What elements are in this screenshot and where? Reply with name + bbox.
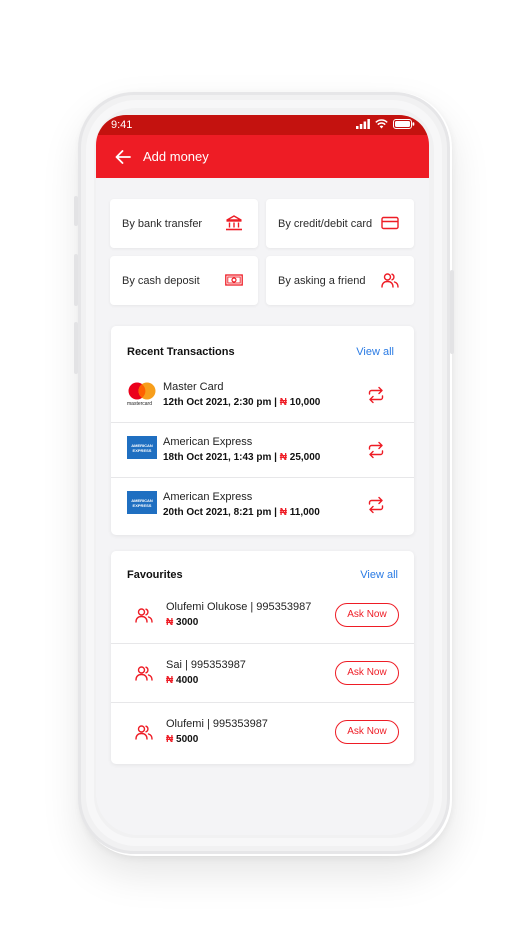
option-ask-friend[interactable]: By asking a friend bbox=[266, 256, 414, 305]
favourite-row: Olufemi Olukose | 995353987 ₦ 3000 Ask N… bbox=[111, 591, 414, 644]
transaction-row[interactable]: AMERICAN EXPRESS American Express 20th O… bbox=[111, 478, 414, 532]
recent-transactions-title: Recent Transactions bbox=[127, 346, 235, 358]
phone-side-button bbox=[74, 322, 78, 374]
ask-now-button[interactable]: Ask Now bbox=[335, 720, 399, 744]
favourite-row: Sai | 995353987 ₦ 4000 Ask Now bbox=[111, 649, 414, 702]
transaction-row[interactable]: mastercard Master Card 12th Oct 2021, 2:… bbox=[111, 368, 414, 422]
status-time: 9:41 bbox=[111, 119, 133, 131]
option-bank-transfer[interactable]: By bank transfer bbox=[110, 199, 258, 248]
favourites-panel: Favourites View all Olufemi Olukose | 99… bbox=[111, 551, 414, 764]
transaction-amount: 11,000 bbox=[286, 507, 320, 518]
transaction-date: 12th Oct 2021, 2:30 pm | bbox=[163, 397, 280, 408]
favourite-name: Olufemi Olukose | 995353987 bbox=[166, 601, 312, 613]
favourite-amount: ₦ 4000 bbox=[166, 675, 198, 686]
favourite-amount: ₦ 3000 bbox=[166, 617, 198, 628]
page-title: Add money bbox=[143, 149, 209, 164]
option-label: By bank transfer bbox=[122, 218, 203, 230]
transaction-name: American Express bbox=[163, 491, 253, 503]
currency-symbol: ₦ bbox=[279, 397, 287, 408]
phone-side-button bbox=[74, 196, 78, 226]
friends-icon bbox=[135, 608, 153, 623]
transaction-name: American Express bbox=[163, 436, 253, 448]
phone-side-button bbox=[450, 270, 454, 354]
option-label: By cash deposit bbox=[122, 275, 200, 287]
wifi-icon bbox=[375, 119, 388, 129]
favourites-view-all-link[interactable]: View all bbox=[360, 569, 398, 581]
transaction-date: 20th Oct 2021, 8:21 pm | bbox=[163, 507, 280, 518]
friends-icon bbox=[135, 666, 153, 681]
row-divider bbox=[111, 643, 414, 644]
phone-side-button bbox=[74, 254, 78, 306]
friends-icon bbox=[381, 273, 399, 288]
recent-transactions-panel: Recent Transactions View all mastercard … bbox=[111, 326, 414, 535]
transaction-amount: 10,000 bbox=[286, 397, 321, 408]
option-cash-deposit[interactable]: By cash deposit bbox=[110, 256, 258, 305]
status-bar: 9:41 bbox=[96, 115, 429, 135]
transaction-row[interactable]: AMERICAN EXPRESS American Express 18th O… bbox=[111, 423, 414, 477]
currency-symbol: ₦ bbox=[279, 452, 287, 463]
status-icons bbox=[356, 119, 415, 129]
mastercard-logo-text: mastercard bbox=[127, 401, 153, 407]
card-icon bbox=[381, 216, 399, 230]
friends-icon bbox=[135, 725, 153, 740]
bank-icon bbox=[226, 215, 242, 231]
battery-icon bbox=[393, 119, 415, 129]
signal-icon bbox=[356, 119, 370, 129]
repeat-transaction-icon[interactable] bbox=[367, 386, 385, 404]
back-arrow-icon[interactable] bbox=[114, 148, 132, 166]
amount-value: 4000 bbox=[173, 675, 199, 686]
option-label: By asking a friend bbox=[278, 275, 366, 287]
repeat-transaction-icon[interactable] bbox=[367, 441, 385, 459]
favourite-row: Olufemi | 995353987 ₦ 5000 Ask Now bbox=[111, 708, 414, 761]
option-card-payment[interactable]: By credit/debit card bbox=[266, 199, 414, 248]
amex-logo: AMERICAN EXPRESS bbox=[127, 491, 157, 514]
currency-symbol: ₦ bbox=[279, 507, 287, 518]
favourites-title: Favourites bbox=[127, 569, 183, 581]
recent-view-all-link[interactable]: View all bbox=[356, 346, 394, 358]
transaction-detail: 20th Oct 2021, 8:21 pm | ₦ 11,000 bbox=[163, 507, 320, 518]
repeat-transaction-icon[interactable] bbox=[367, 496, 385, 514]
option-label: By credit/debit card bbox=[278, 218, 373, 230]
amount-value: 5000 bbox=[173, 734, 199, 745]
phone-screen: 9:41 Add money By bank transfer By credi… bbox=[96, 115, 429, 835]
app-bar: Add money bbox=[96, 135, 429, 178]
amount-value: 3000 bbox=[173, 617, 199, 628]
row-divider bbox=[111, 702, 414, 703]
favourite-name: Sai | 995353987 bbox=[166, 659, 246, 671]
cash-icon bbox=[225, 274, 243, 286]
transaction-date: 18th Oct 2021, 1:43 pm | bbox=[163, 452, 280, 463]
ask-now-button[interactable]: Ask Now bbox=[335, 603, 399, 627]
transaction-detail: 12th Oct 2021, 2:30 pm | ₦ 10,000 bbox=[163, 397, 320, 408]
transaction-detail: 18th Oct 2021, 1:43 pm | ₦ 25,000 bbox=[163, 452, 320, 463]
transaction-name: Master Card bbox=[163, 381, 224, 393]
transaction-amount: 25,000 bbox=[286, 452, 321, 463]
ask-now-button[interactable]: Ask Now bbox=[335, 661, 399, 685]
favourite-amount: ₦ 5000 bbox=[166, 734, 198, 745]
amex-logo: AMERICAN EXPRESS bbox=[127, 436, 157, 459]
favourite-name: Olufemi | 995353987 bbox=[166, 718, 268, 730]
